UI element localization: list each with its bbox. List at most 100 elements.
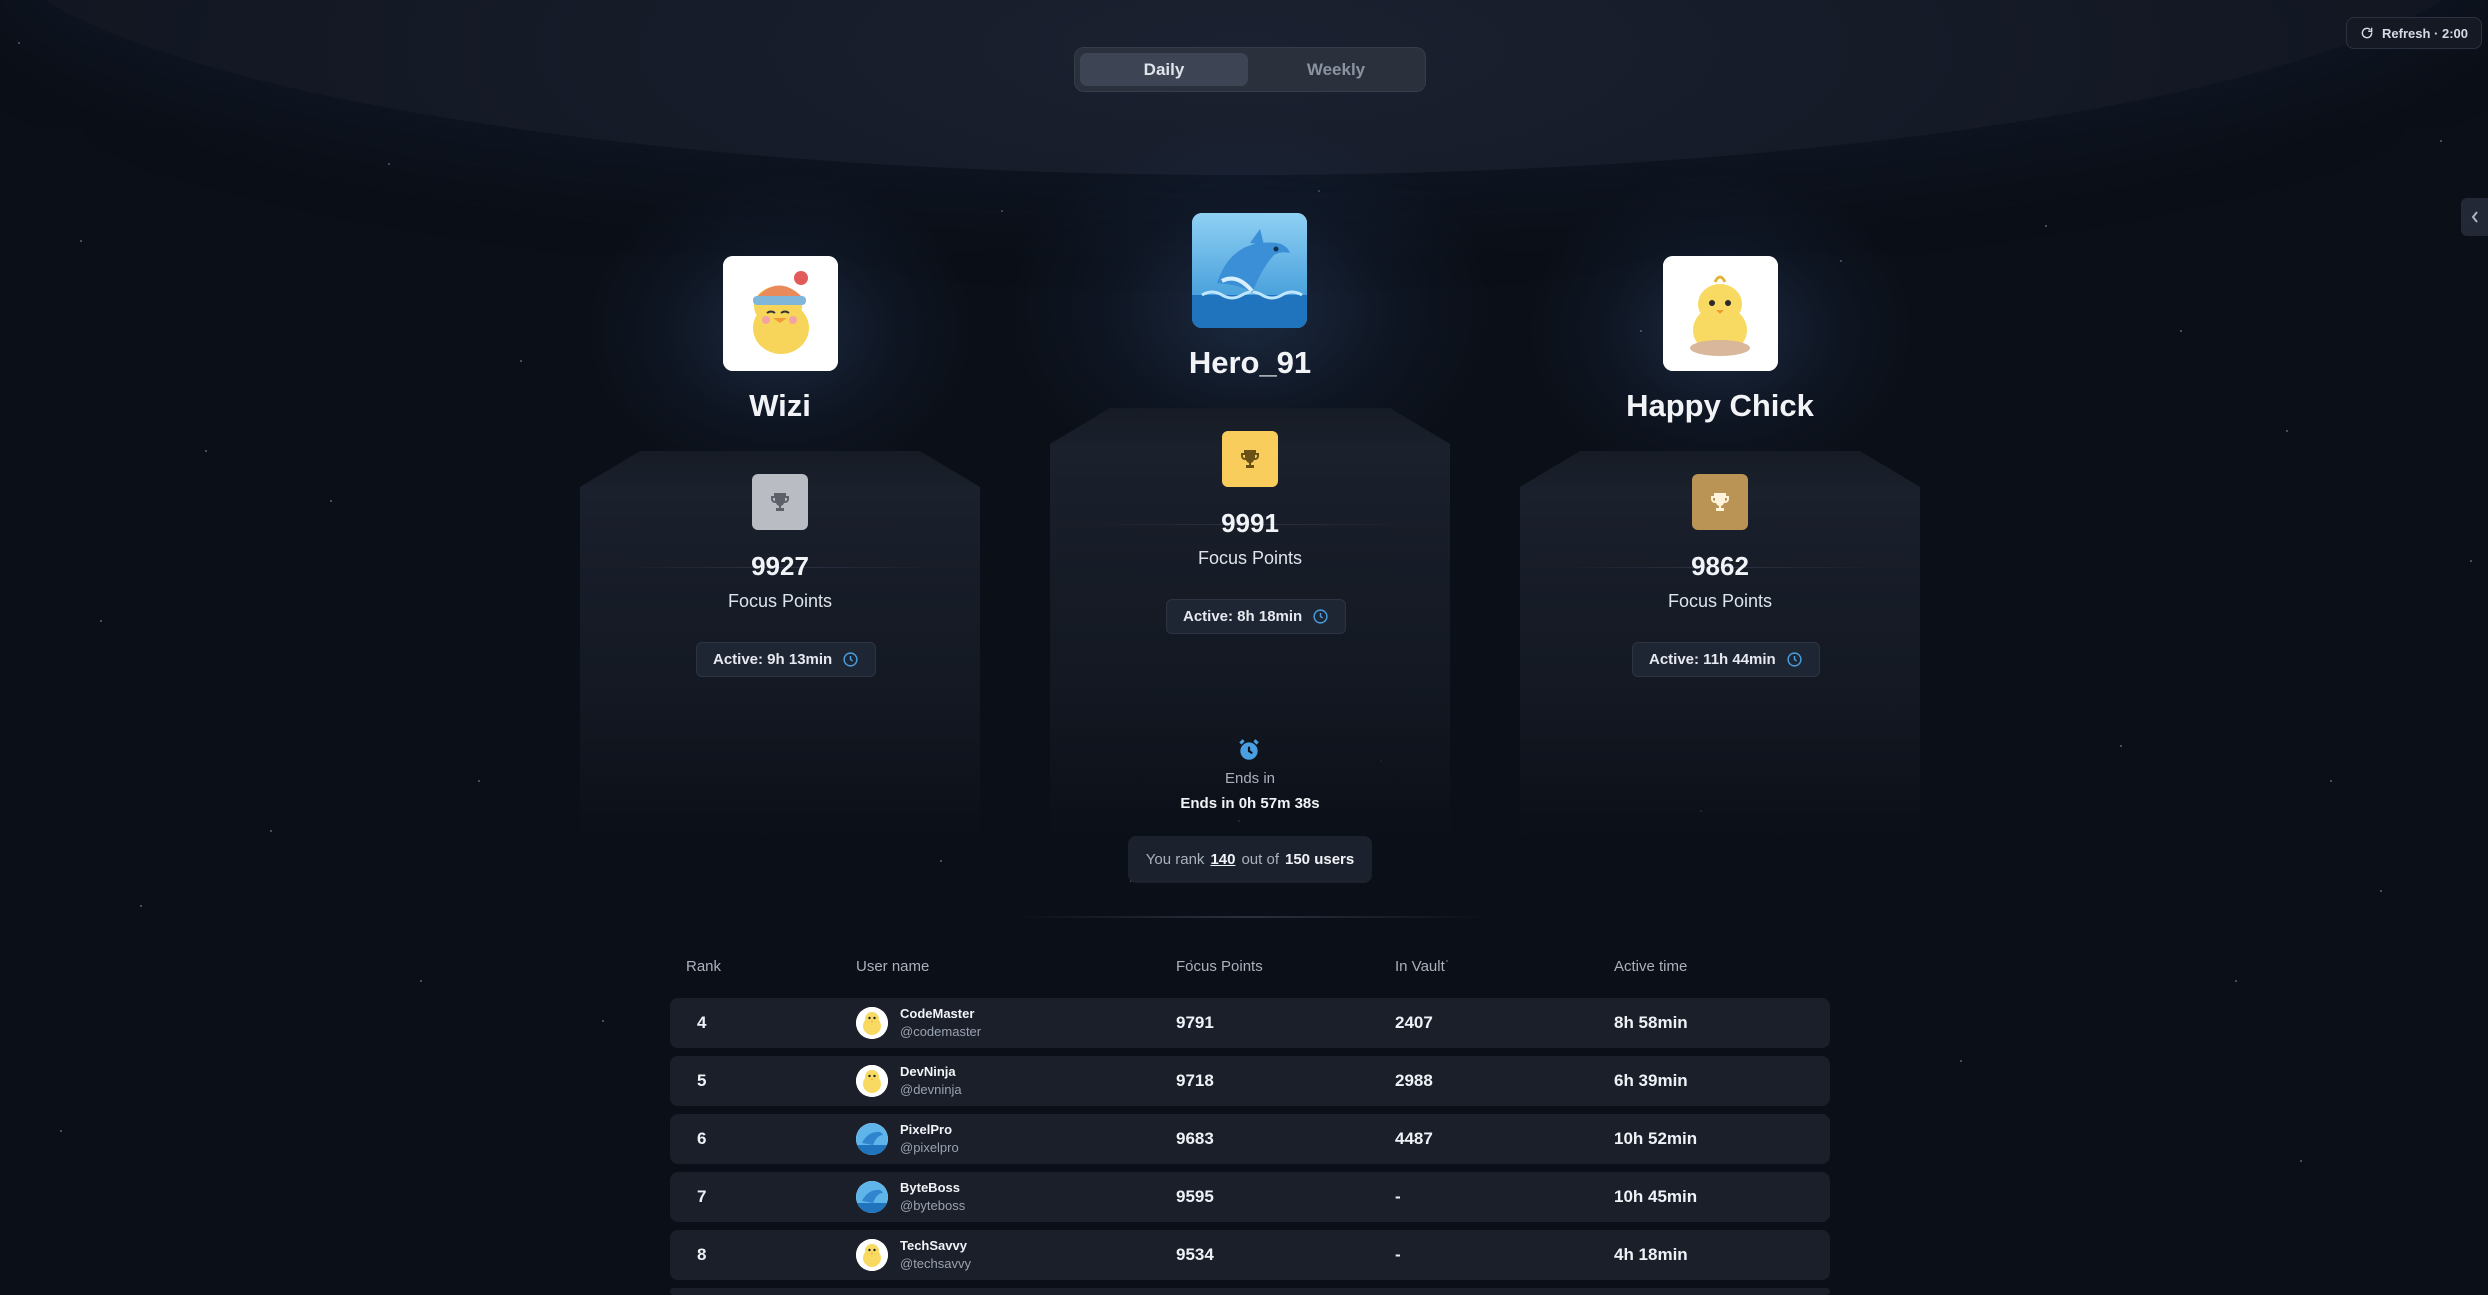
row-avatar — [856, 1181, 888, 1213]
timer-value: Ends in 0h 57m 38s — [1180, 795, 1320, 812]
tab-weekly[interactable]: Weekly — [1252, 53, 1420, 86]
podium-third-active-text: Active: 11h 44min — [1649, 651, 1776, 668]
row-handle: @devninja — [900, 1082, 962, 1097]
star — [420, 980, 422, 982]
refresh-icon — [2361, 27, 2373, 39]
star — [140, 905, 142, 907]
chick-icon — [856, 1007, 888, 1039]
podium-third-active: Active: 11h 44min — [1632, 642, 1820, 677]
star — [205, 450, 207, 452]
refresh-button[interactable]: Refresh · 2:00 — [2346, 17, 2482, 49]
header-rank: Rank — [686, 958, 722, 975]
row-vault: - — [1395, 1187, 1401, 1206]
star — [602, 1020, 604, 1022]
row-points: 9534 — [1176, 1245, 1214, 1264]
row-rank: 8 — [697, 1245, 707, 1264]
clock-icon — [1313, 609, 1328, 624]
row-vault: 2407 — [1395, 1013, 1433, 1032]
star — [2235, 980, 2237, 982]
star — [2120, 745, 2122, 747]
star — [2045, 225, 2047, 227]
row-handle: @codemaster — [900, 1024, 982, 1039]
star — [2380, 890, 2382, 892]
table-row-partial[interactable] — [670, 1288, 1830, 1295]
star — [18, 42, 20, 44]
podium-third-points: 9862 — [1691, 551, 1749, 581]
tab-daily[interactable]: Daily — [1080, 53, 1248, 86]
timer-label: Ends in — [1224, 770, 1276, 787]
row-active: 8h 58min — [1614, 1013, 1688, 1032]
chick-icon — [856, 1239, 888, 1271]
row-avatar — [856, 1123, 888, 1155]
row-points: 9683 — [1176, 1129, 1214, 1148]
star — [940, 860, 942, 862]
collapse-panel-button[interactable] — [2461, 198, 2488, 236]
row-username: PixelPro — [900, 1122, 953, 1137]
row-username: CodeMaster — [900, 1006, 975, 1021]
user-rank-number[interactable]: 140 — [1210, 851, 1235, 868]
trophy-icon — [1711, 493, 1729, 511]
star — [270, 830, 272, 832]
star — [2330, 780, 2332, 782]
podium-second-active: Active: 9h 13min — [696, 642, 877, 677]
alarm-clock-icon — [1239, 739, 1259, 760]
row-active: 10h 52min — [1614, 1129, 1698, 1148]
podium-first-active-text: Active: 8h 18min — [1183, 608, 1303, 625]
header-points: Focus Points — [1176, 958, 1263, 975]
podium-first-active: Active: 8h 18min — [1166, 599, 1347, 634]
row-username: DevNinja — [900, 1064, 956, 1079]
star — [330, 500, 332, 502]
star — [388, 163, 390, 165]
star — [2300, 1160, 2302, 1162]
table-row[interactable]: 6 PixelPro @pixelpro 9683 4487 10h 52min — [670, 1114, 1830, 1164]
row-handle: @techsavvy — [900, 1256, 971, 1271]
row-avatar — [856, 1007, 888, 1039]
row-username: ByteBoss — [900, 1180, 960, 1195]
star — [60, 1130, 62, 1132]
star — [2286, 430, 2288, 432]
podium-second-points-label: Focus Points — [727, 591, 833, 611]
star — [1001, 210, 1003, 212]
header-user: User name — [856, 958, 930, 975]
podium-first-points-label: Focus Points — [1197, 548, 1303, 568]
trophy-bronze — [1692, 474, 1748, 530]
row-rank: 7 — [697, 1187, 707, 1206]
row-username: TechSavvy — [900, 1238, 967, 1253]
podium-first-name: Hero_91 — [1188, 345, 1312, 380]
table-row[interactable]: 4 CodeMaster @codemaster 9791 2407 8h 58… — [670, 998, 1830, 1048]
table-row[interactable]: 8 TechSavvy @techsavvy 9534 - 4h 18min — [670, 1230, 1830, 1280]
podium-second-name: Wizi — [749, 388, 811, 423]
row-rank: 5 — [697, 1071, 707, 1090]
row-handle: @pixelpro — [900, 1140, 959, 1155]
star — [478, 780, 480, 782]
period-toggle: Daily Weekly — [1074, 47, 1426, 92]
podium-second-points: 9927 — [751, 551, 809, 581]
row-vault: 4487 — [1395, 1129, 1433, 1148]
table-row[interactable]: 5 DevNinja @devninja 9718 2988 6h 39min — [670, 1056, 1830, 1106]
row-active: 10h 45min — [1614, 1187, 1698, 1206]
podium-first-points: 9991 — [1221, 508, 1279, 538]
chick-icon — [1663, 256, 1778, 371]
refresh-label: Refresh · 2:00 — [2382, 25, 2468, 41]
user-rank-prefix: You rank — [1145, 851, 1205, 868]
star — [1960, 1060, 1962, 1062]
podium-third: 9862 Focus Points Active: 11h 44min — [1520, 451, 1920, 842]
row-vault: - — [1395, 1245, 1401, 1264]
header-active: Active time — [1614, 958, 1688, 975]
row-active: 6h 39min — [1614, 1071, 1688, 1090]
row-avatar — [856, 1239, 888, 1271]
row-active: 4h 18min — [1614, 1245, 1688, 1264]
podium-third-name: Happy Chick — [1626, 388, 1814, 423]
trophy-gold — [1222, 431, 1278, 487]
star — [2440, 140, 2442, 142]
row-handle: @byteboss — [900, 1198, 966, 1213]
star — [100, 620, 102, 622]
section-divider — [1010, 916, 1490, 918]
table-row[interactable]: 7 ByteBoss @byteboss 9595 - 10h 45min — [670, 1172, 1830, 1222]
row-avatar — [856, 1065, 888, 1097]
avatar-third — [1663, 256, 1778, 371]
header-vault: In Vault — [1395, 958, 1445, 975]
row-points: 9595 — [1176, 1187, 1214, 1206]
trophy-silver — [752, 474, 808, 530]
dolphin-icon — [856, 1123, 888, 1155]
